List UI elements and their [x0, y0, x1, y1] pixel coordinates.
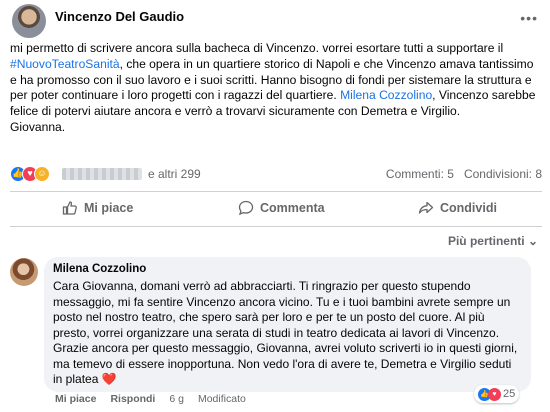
comment-body: Cara Giovanna, domani verrò ad abbraccia…: [53, 279, 521, 386]
share-label: Condividi: [440, 201, 497, 215]
comment-edited-label: Modificato: [197, 393, 246, 405]
comment-actions: Mi piace Rispondi 6 g Modificato: [55, 393, 246, 405]
heart-emoji: ❤️: [101, 372, 117, 386]
post-text-part: mi permetto di scrivere ancora sulla bac…: [10, 41, 507, 55]
blurred-name: [62, 168, 142, 180]
post-header: Vincenzo Del Gaudio •••: [10, 2, 540, 42]
commenter-avatar[interactable]: [10, 258, 38, 286]
love-icon: ♥: [488, 387, 501, 401]
comment-time[interactable]: 6 g: [169, 393, 184, 405]
comment-button[interactable]: Commenta: [238, 200, 325, 216]
more-options-button[interactable]: •••: [520, 10, 538, 26]
comment-reply-button[interactable]: Rispondi: [110, 393, 155, 405]
thumbs-up-icon: [62, 201, 77, 215]
post-actions: Mi piace Commenta Condividi: [10, 197, 542, 223]
comment-reaction-count: 25: [503, 388, 516, 400]
comments-sort-dropdown[interactable]: Più pertinenti ⌄: [448, 234, 538, 248]
reactions-summary: 👍 ♥ ☺ e altri 299 Commenti: 5 Condivisio…: [10, 165, 542, 185]
mention-link[interactable]: Milena Cozzolino: [340, 88, 432, 102]
comments-shares-counts: Commenti: 5 Condivisioni: 8: [386, 167, 542, 181]
care-icon: ☺: [34, 166, 50, 182]
divider: [10, 226, 542, 227]
commenter-name[interactable]: Milena Cozzolino: [53, 263, 522, 275]
comment-icon: [238, 200, 254, 216]
comment-reactions[interactable]: 👍 ♥ 25: [474, 385, 520, 403]
comments-count[interactable]: Commenti: 5: [386, 167, 454, 181]
comment-like-button[interactable]: Mi piace: [55, 393, 96, 405]
like-label: Mi piace: [84, 201, 134, 215]
post-text: mi permetto di scrivere ancora sulla bac…: [10, 41, 542, 136]
reaction-icons[interactable]: 👍 ♥ ☺: [10, 166, 62, 182]
comment-text: Cara Giovanna, domani verrò ad abbraccia…: [53, 279, 522, 388]
share-icon: [418, 201, 434, 214]
hashtag-link[interactable]: #NuovoTeatroSanità: [10, 57, 120, 71]
comment-bubble: Milena Cozzolino Cara Giovanna, domani v…: [44, 257, 531, 392]
divider: [10, 191, 542, 192]
reactions-others-count[interactable]: e altri 299: [148, 167, 201, 181]
shares-count[interactable]: Condivisioni: 8: [464, 167, 542, 181]
post-author-name[interactable]: Vincenzo Del Gaudio: [55, 9, 184, 24]
like-button[interactable]: Mi piace: [62, 200, 133, 216]
share-button[interactable]: Condividi: [418, 200, 497, 216]
comment-label: Commenta: [260, 201, 325, 215]
author-avatar[interactable]: [12, 4, 46, 38]
